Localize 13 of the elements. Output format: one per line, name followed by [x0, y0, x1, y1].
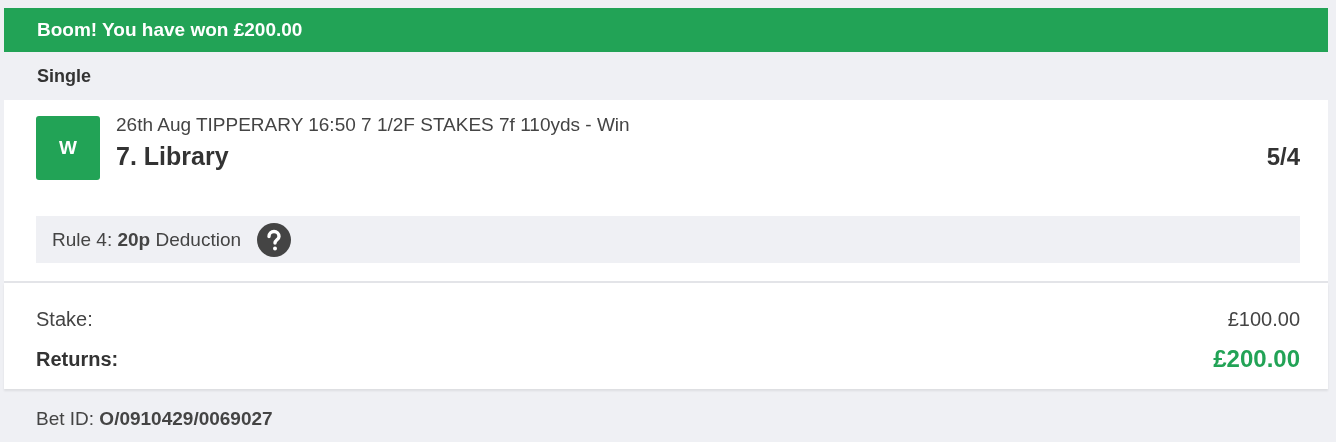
summary-label: Stake: — [36, 307, 93, 331]
selection-name: 7. Library — [116, 142, 229, 171]
summary-value: £200.00 — [1213, 345, 1300, 373]
result-badge: W — [36, 116, 100, 180]
summary-value: £100.00 — [1227, 307, 1300, 331]
bet-id: Bet ID: O/0910429/0069027 — [36, 408, 273, 430]
event-description: 26th Aug TIPPERARY 16:50 7 1/2F STAKES 7f 110yds - Win — [116, 114, 631, 136]
rule4-text: Rule 4: 20p Deduction — [52, 228, 242, 251]
summary-label: Returns: — [36, 347, 119, 371]
bet-type: Single — [37, 65, 91, 87]
help-icon[interactable] — [257, 222, 292, 257]
win-message: Boom! You have won £200.00 — [37, 19, 303, 41]
odds: 5/4 — [1266, 142, 1300, 171]
